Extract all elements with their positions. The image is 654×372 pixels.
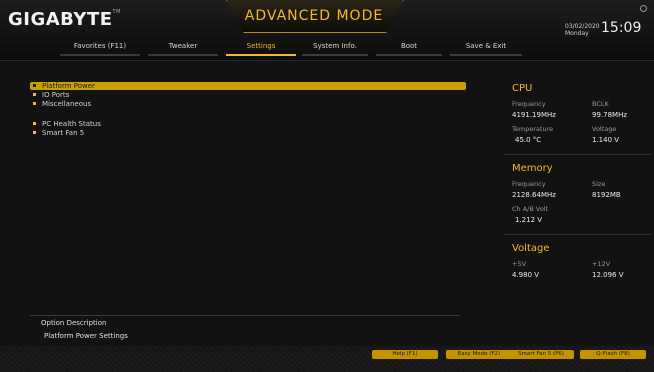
tab-label: Settings xyxy=(246,42,276,50)
cpu-frequency-label: Frequency xyxy=(512,100,546,108)
voltage-5v-label: +5V xyxy=(512,260,527,268)
tab-label: Save & Exit xyxy=(465,42,507,50)
panel-divider xyxy=(503,154,651,155)
cpu-frequency-value: 4191.19MHz xyxy=(512,111,556,119)
memory-size-label: Size xyxy=(592,180,606,188)
cpu-voltage-label: Voltage xyxy=(592,125,617,133)
help-button[interactable]: Help (F1) xyxy=(372,350,438,359)
menu-item-label: Smart Fan 5 xyxy=(42,129,85,137)
description-divider xyxy=(30,315,460,316)
settings-dot-icon xyxy=(640,5,647,12)
menu-item-label: Platform Power xyxy=(42,82,95,90)
brand-name: GIGABYTE xyxy=(8,9,113,30)
memory-chvolt-label: Ch A/B Volt xyxy=(512,205,549,213)
tab-label: Tweaker xyxy=(168,42,198,50)
voltage-12v-value: 12.096 V xyxy=(592,271,624,279)
memory-title: Memory xyxy=(512,163,553,174)
hardware-monitor-panel: CPU Frequency BCLK 4191.19MHz 99.78MHz T… xyxy=(503,75,651,303)
main-tabs: Favorites (F11) Tweaker Settings System … xyxy=(0,40,560,58)
voltage-12v-label: +12V xyxy=(592,260,611,268)
cpu-bclk-value: 99.78MHz xyxy=(592,111,628,119)
bullet-icon xyxy=(33,93,36,96)
menu-item-platform-power[interactable]: Platform Power xyxy=(30,82,466,90)
memory-frequency-value: 2128.64MHz xyxy=(512,191,556,199)
menu-item-smart-fan-5[interactable]: Smart Fan 5 xyxy=(30,129,466,137)
cpu-bclk-label: BCLK xyxy=(592,100,609,108)
voltage-5v-value: 4.980 V xyxy=(512,271,540,279)
tab-tweaker[interactable]: Tweaker xyxy=(148,40,218,58)
cpu-voltage-value: 1.140 V xyxy=(592,136,620,144)
tab-label: System Info. xyxy=(313,42,357,50)
bullet-icon xyxy=(33,122,36,125)
brand-logo: GIGABYTETM xyxy=(8,9,121,30)
cpu-temperature-value: 45.0 °C xyxy=(515,136,542,144)
menu-item-label: Miscellaneous xyxy=(42,100,92,108)
memory-frequency-label: Frequency xyxy=(512,180,546,188)
clock: 15:09 xyxy=(601,20,642,36)
tab-system-info[interactable]: System Info. xyxy=(302,40,368,58)
option-description-text: Platform Power Settings xyxy=(44,332,128,340)
bullet-icon xyxy=(33,84,36,87)
date-display: 03/02/2020 Monday xyxy=(565,23,600,37)
tab-label: Boot xyxy=(400,42,418,50)
menu-item-label: PC Health Status xyxy=(42,120,101,128)
mode-title: ADVANCED MODE xyxy=(244,8,384,24)
bullet-icon xyxy=(33,102,36,105)
tab-settings[interactable]: Settings xyxy=(226,40,296,58)
voltage-title: Voltage xyxy=(512,243,550,254)
smart-fan-button[interactable]: Smart Fan 5 (F6) xyxy=(508,350,574,359)
date-text: 03/02/2020 xyxy=(565,23,600,30)
tab-boot[interactable]: Boot xyxy=(376,40,442,58)
cpu-title: CPU xyxy=(512,83,533,94)
easy-mode-button[interactable]: Easy Mode (F2) xyxy=(446,350,512,359)
menu-item-label: IO Ports xyxy=(42,91,70,99)
memory-chvolt-value: 1.212 V xyxy=(515,216,543,224)
menu-item-io-ports[interactable]: IO Ports xyxy=(30,91,466,99)
q-flash-button[interactable]: Q-Flash (F8) xyxy=(580,350,646,359)
tab-label: Favorites (F11) xyxy=(73,42,127,50)
memory-size-value: 8192MB xyxy=(592,191,621,199)
menu-item-pc-health-status[interactable]: PC Health Status xyxy=(30,120,466,128)
day-text: Monday xyxy=(565,30,589,37)
panel-divider xyxy=(503,234,651,235)
tab-favorites[interactable]: Favorites (F11) xyxy=(60,40,140,58)
cpu-temperature-label: Temperature xyxy=(512,125,554,133)
menu-item-miscellaneous[interactable]: Miscellaneous xyxy=(30,100,466,108)
brand-trademark: TM xyxy=(112,9,121,15)
bullet-icon xyxy=(33,131,36,134)
option-description-title: Option Description xyxy=(41,319,107,327)
tab-save-exit[interactable]: Save & Exit xyxy=(450,40,522,58)
